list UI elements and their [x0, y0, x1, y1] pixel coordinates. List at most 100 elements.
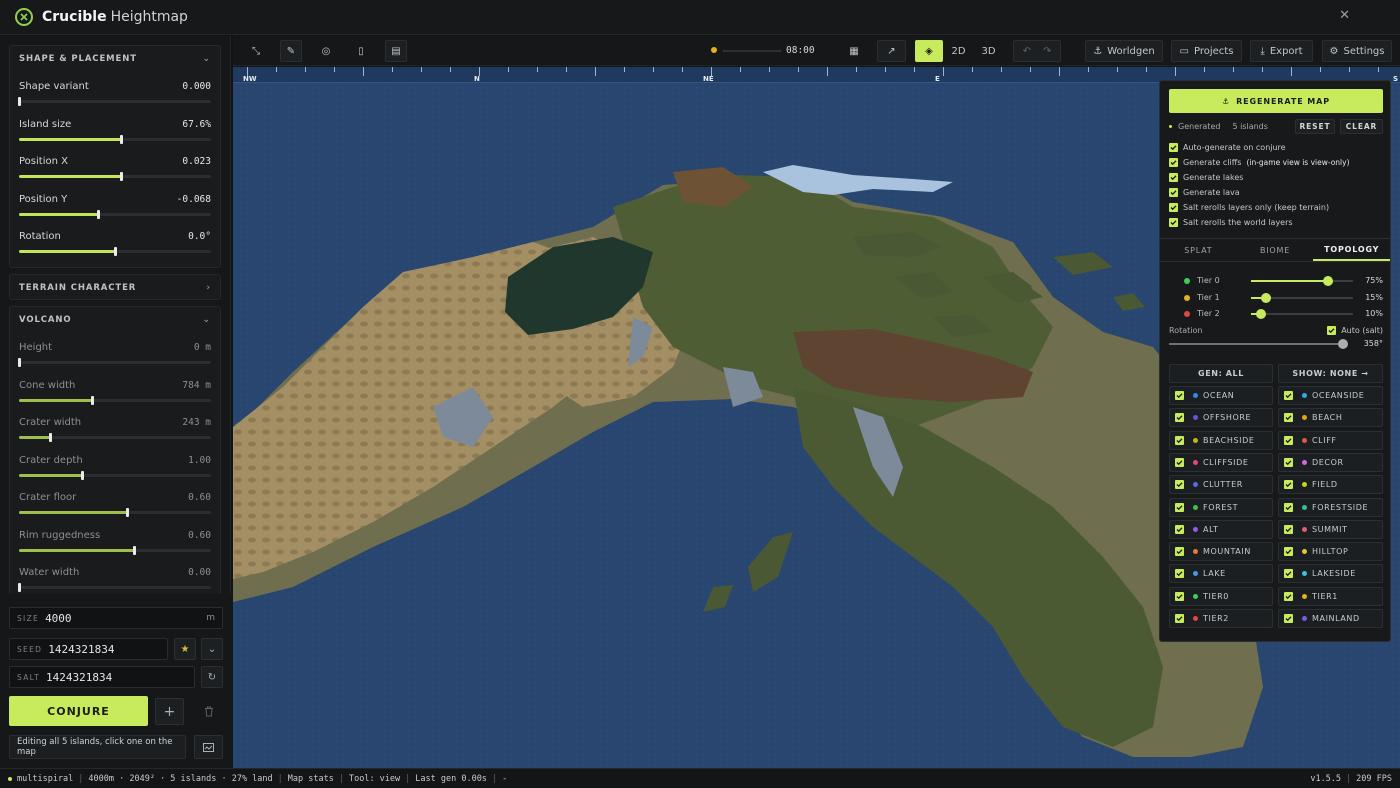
salt-field[interactable]: SALT 1424321834 — [9, 666, 195, 688]
slider-track[interactable] — [18, 97, 211, 106]
seed-field[interactable]: SEED 1424321834 — [9, 638, 168, 660]
export-button[interactable]: ⤓ Export — [1250, 40, 1313, 62]
tier-thumb[interactable] — [1261, 292, 1272, 303]
map-pick-icon[interactable] — [194, 735, 223, 759]
close-icon[interactable]: ✕ — [1339, 8, 1350, 23]
grid-tool-icon[interactable]: ▤ — [385, 40, 407, 62]
chevron-down-icon[interactable]: ⌄ — [201, 638, 223, 660]
slider-track[interactable] — [19, 247, 211, 256]
slider-track[interactable] — [19, 508, 211, 517]
layer-toggle-mountain[interactable]: MOUNTAIN — [1169, 542, 1273, 562]
time-slider[interactable] — [723, 50, 781, 52]
slider-thumb[interactable] — [125, 508, 129, 517]
slider-track[interactable] — [19, 209, 211, 219]
slider-track[interactable] — [18, 583, 211, 592]
layer-toggle-hilltop[interactable]: HILLTOP — [1278, 542, 1383, 562]
slider-track[interactable] — [19, 134, 211, 144]
size-field[interactable]: SIZE 4000 m — [9, 607, 223, 629]
tier-track[interactable] — [1251, 292, 1353, 303]
layer-toggle-clutter[interactable]: CLUTTER — [1169, 475, 1273, 495]
layer-toggle-tier2[interactable]: TIER2 — [1169, 609, 1273, 628]
option-checkbox[interactable]: Salt rerolls layers only (keep terrain) — [1169, 201, 1334, 214]
undo-icon[interactable]: ↶ — [1023, 46, 1031, 57]
slider-thumb[interactable] — [96, 209, 100, 219]
clear-button[interactable]: CLEAR — [1340, 119, 1383, 134]
view-2d-button[interactable]: 2D — [945, 40, 972, 62]
slider-thumb[interactable] — [18, 97, 21, 106]
layer-toggle-decor[interactable]: DECOR — [1278, 452, 1383, 472]
layer-toggle-lakeside[interactable]: LAKESIDE — [1278, 564, 1383, 584]
option-checkbox[interactable]: Auto-generate on conjure — [1169, 141, 1291, 154]
option-checkbox[interactable]: Generate lakes — [1169, 171, 1248, 184]
layer-toggle-alt[interactable]: ALT — [1169, 519, 1273, 539]
slider-thumb[interactable] — [90, 395, 94, 405]
slider-thumb[interactable] — [81, 470, 85, 480]
slider-track[interactable] — [19, 433, 211, 442]
settings-button[interactable]: ⚙ Settings — [1322, 40, 1392, 62]
layer-toggle-mainland[interactable]: MAINLAND — [1278, 609, 1383, 628]
slider-thumb[interactable] — [114, 247, 117, 256]
layer-toggle-lake[interactable]: LAKE — [1169, 564, 1273, 584]
select-tool-icon[interactable]: ⤡ — [245, 40, 267, 62]
add-icon[interactable]: + — [155, 698, 184, 725]
stamp-tool-icon[interactable]: ◎ — [315, 40, 337, 62]
cube-view-icon[interactable]: ◈ — [915, 40, 943, 62]
terrain-character-header[interactable]: TERRAIN CHARACTER › — [10, 275, 220, 301]
slider-track[interactable] — [19, 545, 211, 555]
layers-tool-icon[interactable]: ▯ — [350, 40, 372, 62]
layer-toggle-summit[interactable]: SUMMIT — [1278, 519, 1383, 539]
slider-thumb[interactable] — [119, 172, 123, 181]
worldgen-button[interactable]: ⚓ Worldgen — [1085, 40, 1163, 62]
option-checkbox[interactable]: Salt rerolls the world layers — [1169, 216, 1298, 229]
rotation-thumb[interactable] — [1338, 339, 1349, 349]
slider-thumb[interactable] — [119, 134, 123, 144]
conjure-button[interactable]: CONJURE — [9, 696, 148, 726]
layer-toggle-tier0[interactable]: TIER0 — [1169, 586, 1273, 606]
layer-toggle-forest[interactable]: FOREST — [1169, 497, 1273, 517]
grid-view-icon[interactable]: ▦ — [843, 40, 865, 62]
slider-track[interactable] — [19, 172, 211, 181]
slider-thumb[interactable] — [48, 433, 52, 442]
reroll-icon[interactable]: ↻ — [201, 666, 223, 688]
gen-all-button[interactable]: GEN: ALL — [1169, 364, 1273, 383]
layer-toggle-ocean[interactable]: OCEAN — [1169, 386, 1273, 405]
slider-track[interactable] — [19, 470, 211, 480]
tier-track[interactable] — [1251, 276, 1353, 286]
show-none-button[interactable]: SHOW: NONE → — [1278, 364, 1383, 383]
slider-track[interactable] — [18, 358, 211, 367]
layer-toggle-tier1[interactable]: TIER1 — [1278, 586, 1383, 606]
layer-toggle-cliffside[interactable]: CLIFFSIDE — [1169, 452, 1273, 472]
layer-toggle-offshore[interactable]: OFFSHORE — [1169, 408, 1273, 428]
tab-splat[interactable]: SPLAT — [1160, 239, 1237, 261]
view-3d-button[interactable]: 3D — [974, 40, 1003, 62]
tier-thumb[interactable] — [1256, 309, 1267, 319]
projects-button[interactable]: ▭ Projects — [1171, 40, 1242, 62]
tab-topology[interactable]: TOPOLOGY — [1313, 239, 1391, 261]
layer-toggle-beach[interactable]: BEACH — [1278, 408, 1383, 428]
option-checkbox[interactable]: Generate lava — [1169, 186, 1245, 199]
shape-placement-header[interactable]: SHAPE & PLACEMENT ⌄ — [10, 46, 220, 72]
star-icon[interactable]: ★ — [174, 638, 196, 660]
volcano-header[interactable]: VOLCANO ⌄ — [10, 307, 220, 333]
regenerate-map-button[interactable]: ⚓ REGENERATE MAP — [1169, 89, 1383, 113]
redo-icon[interactable]: ↷ — [1043, 46, 1051, 57]
reset-button[interactable]: RESET — [1295, 119, 1335, 134]
layer-toggle-beachside[interactable]: BEACHSIDE — [1169, 430, 1273, 450]
tab-biome[interactable]: BIOME — [1237, 239, 1314, 261]
layer-toggle-field[interactable]: FIELD — [1278, 475, 1383, 495]
layer-toggle-forestside[interactable]: FORESTSIDE — [1278, 497, 1383, 517]
trend-icon[interactable]: ↗ — [877, 40, 906, 62]
slider-thumb[interactable] — [18, 358, 21, 367]
trash-icon[interactable] — [194, 698, 223, 725]
slider-track[interactable] — [19, 395, 211, 405]
option-checkbox[interactable]: Generate cliffs (in-game view is view-onl… — [1169, 156, 1350, 169]
brush-tool-icon[interactable]: ✎ — [280, 40, 302, 62]
tier-track[interactable] — [1251, 309, 1353, 319]
rotation-track[interactable] — [1169, 339, 1349, 349]
auto-salt-toggle[interactable]: Auto (salt) — [1327, 326, 1383, 335]
slider-thumb[interactable] — [18, 583, 21, 592]
slider-thumb[interactable] — [133, 545, 137, 555]
status-item[interactable]: Map stats — [288, 774, 334, 784]
tier-thumb[interactable] — [1322, 276, 1333, 286]
layer-toggle-cliff[interactable]: CLIFF — [1278, 430, 1383, 450]
